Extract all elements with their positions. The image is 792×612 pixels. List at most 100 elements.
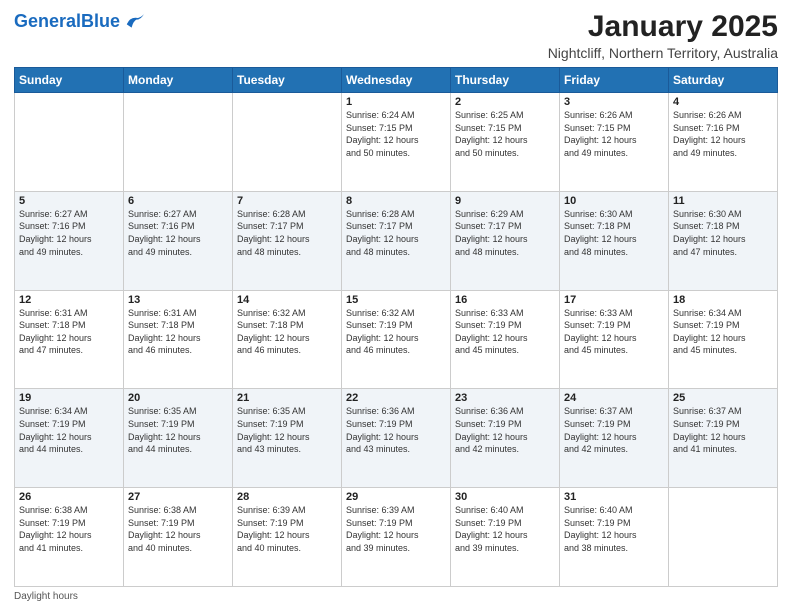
calendar-week-row: 5Sunrise: 6:27 AM Sunset: 7:16 PM Daylig…	[15, 191, 778, 290]
day-info: Sunrise: 6:36 AM Sunset: 7:19 PM Dayligh…	[455, 405, 555, 455]
logo-text: GeneralBlue	[14, 12, 120, 32]
day-number: 20	[128, 392, 228, 404]
calendar-day-header: Friday	[560, 68, 669, 93]
day-number: 22	[346, 392, 446, 404]
calendar-cell: 23Sunrise: 6:36 AM Sunset: 7:19 PM Dayli…	[451, 389, 560, 488]
calendar-week-row: 1Sunrise: 6:24 AM Sunset: 7:15 PM Daylig…	[15, 93, 778, 192]
calendar-cell: 3Sunrise: 6:26 AM Sunset: 7:15 PM Daylig…	[560, 93, 669, 192]
calendar-cell: 13Sunrise: 6:31 AM Sunset: 7:18 PM Dayli…	[124, 290, 233, 389]
title-block: January 2025 Nightcliff, Northern Territ…	[548, 10, 778, 61]
calendar-day-header: Sunday	[15, 68, 124, 93]
day-info: Sunrise: 6:27 AM Sunset: 7:16 PM Dayligh…	[128, 208, 228, 258]
calendar-week-row: 26Sunrise: 6:38 AM Sunset: 7:19 PM Dayli…	[15, 488, 778, 587]
calendar-cell: 11Sunrise: 6:30 AM Sunset: 7:18 PM Dayli…	[669, 191, 778, 290]
day-info: Sunrise: 6:28 AM Sunset: 7:17 PM Dayligh…	[346, 208, 446, 258]
calendar-cell: 20Sunrise: 6:35 AM Sunset: 7:19 PM Dayli…	[124, 389, 233, 488]
calendar-cell	[669, 488, 778, 587]
day-number: 4	[673, 96, 773, 108]
calendar-week-row: 12Sunrise: 6:31 AM Sunset: 7:18 PM Dayli…	[15, 290, 778, 389]
day-number: 11	[673, 195, 773, 207]
day-number: 6	[128, 195, 228, 207]
day-info: Sunrise: 6:39 AM Sunset: 7:19 PM Dayligh…	[346, 504, 446, 554]
day-number: 10	[564, 195, 664, 207]
header: GeneralBlue January 2025 Nightcliff, Nor…	[14, 10, 778, 61]
calendar-cell: 14Sunrise: 6:32 AM Sunset: 7:18 PM Dayli…	[233, 290, 342, 389]
day-info: Sunrise: 6:37 AM Sunset: 7:19 PM Dayligh…	[673, 405, 773, 455]
calendar-day-header: Monday	[124, 68, 233, 93]
day-info: Sunrise: 6:26 AM Sunset: 7:16 PM Dayligh…	[673, 109, 773, 159]
day-info: Sunrise: 6:33 AM Sunset: 7:19 PM Dayligh…	[455, 307, 555, 357]
day-number: 23	[455, 392, 555, 404]
calendar-cell: 5Sunrise: 6:27 AM Sunset: 7:16 PM Daylig…	[15, 191, 124, 290]
day-number: 30	[455, 491, 555, 503]
day-info: Sunrise: 6:30 AM Sunset: 7:18 PM Dayligh…	[564, 208, 664, 258]
calendar-cell: 19Sunrise: 6:34 AM Sunset: 7:19 PM Dayli…	[15, 389, 124, 488]
day-info: Sunrise: 6:40 AM Sunset: 7:19 PM Dayligh…	[455, 504, 555, 554]
day-info: Sunrise: 6:25 AM Sunset: 7:15 PM Dayligh…	[455, 109, 555, 159]
day-number: 14	[237, 294, 337, 306]
day-info: Sunrise: 6:35 AM Sunset: 7:19 PM Dayligh…	[128, 405, 228, 455]
calendar-cell: 17Sunrise: 6:33 AM Sunset: 7:19 PM Dayli…	[560, 290, 669, 389]
calendar-day-header: Tuesday	[233, 68, 342, 93]
day-info: Sunrise: 6:40 AM Sunset: 7:19 PM Dayligh…	[564, 504, 664, 554]
day-info: Sunrise: 6:26 AM Sunset: 7:15 PM Dayligh…	[564, 109, 664, 159]
day-number: 27	[128, 491, 228, 503]
day-number: 31	[564, 491, 664, 503]
day-info: Sunrise: 6:36 AM Sunset: 7:19 PM Dayligh…	[346, 405, 446, 455]
calendar-cell: 18Sunrise: 6:34 AM Sunset: 7:19 PM Dayli…	[669, 290, 778, 389]
day-number: 26	[19, 491, 119, 503]
calendar-cell: 28Sunrise: 6:39 AM Sunset: 7:19 PM Dayli…	[233, 488, 342, 587]
calendar-cell	[233, 93, 342, 192]
calendar-week-row: 19Sunrise: 6:34 AM Sunset: 7:19 PM Dayli…	[15, 389, 778, 488]
calendar-cell: 10Sunrise: 6:30 AM Sunset: 7:18 PM Dayli…	[560, 191, 669, 290]
logo: GeneralBlue	[14, 10, 146, 34]
calendar-table: SundayMondayTuesdayWednesdayThursdayFrid…	[14, 67, 778, 587]
day-number: 25	[673, 392, 773, 404]
day-number: 1	[346, 96, 446, 108]
calendar-cell: 12Sunrise: 6:31 AM Sunset: 7:18 PM Dayli…	[15, 290, 124, 389]
day-info: Sunrise: 6:30 AM Sunset: 7:18 PM Dayligh…	[673, 208, 773, 258]
calendar-cell: 25Sunrise: 6:37 AM Sunset: 7:19 PM Dayli…	[669, 389, 778, 488]
day-info: Sunrise: 6:31 AM Sunset: 7:18 PM Dayligh…	[19, 307, 119, 357]
day-info: Sunrise: 6:24 AM Sunset: 7:15 PM Dayligh…	[346, 109, 446, 159]
calendar-day-header: Saturday	[669, 68, 778, 93]
day-number: 12	[19, 294, 119, 306]
day-info: Sunrise: 6:34 AM Sunset: 7:19 PM Dayligh…	[673, 307, 773, 357]
day-number: 17	[564, 294, 664, 306]
logo-general: General	[14, 11, 81, 31]
day-number: 19	[19, 392, 119, 404]
calendar-cell: 9Sunrise: 6:29 AM Sunset: 7:17 PM Daylig…	[451, 191, 560, 290]
calendar-cell: 15Sunrise: 6:32 AM Sunset: 7:19 PM Dayli…	[342, 290, 451, 389]
day-number: 24	[564, 392, 664, 404]
day-info: Sunrise: 6:38 AM Sunset: 7:19 PM Dayligh…	[19, 504, 119, 554]
day-info: Sunrise: 6:31 AM Sunset: 7:18 PM Dayligh…	[128, 307, 228, 357]
main-title: January 2025	[548, 10, 778, 43]
day-info: Sunrise: 6:37 AM Sunset: 7:19 PM Dayligh…	[564, 405, 664, 455]
day-number: 8	[346, 195, 446, 207]
day-info: Sunrise: 6:39 AM Sunset: 7:19 PM Dayligh…	[237, 504, 337, 554]
calendar-cell	[124, 93, 233, 192]
calendar-cell: 6Sunrise: 6:27 AM Sunset: 7:16 PM Daylig…	[124, 191, 233, 290]
calendar-cell	[15, 93, 124, 192]
calendar-day-header: Wednesday	[342, 68, 451, 93]
day-number: 9	[455, 195, 555, 207]
footer-note: Daylight hours	[14, 591, 778, 602]
calendar-header-row: SundayMondayTuesdayWednesdayThursdayFrid…	[15, 68, 778, 93]
day-number: 29	[346, 491, 446, 503]
day-number: 7	[237, 195, 337, 207]
day-number: 28	[237, 491, 337, 503]
calendar-cell: 7Sunrise: 6:28 AM Sunset: 7:17 PM Daylig…	[233, 191, 342, 290]
logo-blue: Blue	[81, 11, 120, 31]
day-info: Sunrise: 6:27 AM Sunset: 7:16 PM Dayligh…	[19, 208, 119, 258]
day-number: 5	[19, 195, 119, 207]
day-info: Sunrise: 6:32 AM Sunset: 7:19 PM Dayligh…	[346, 307, 446, 357]
calendar-cell: 31Sunrise: 6:40 AM Sunset: 7:19 PM Dayli…	[560, 488, 669, 587]
day-number: 18	[673, 294, 773, 306]
day-number: 2	[455, 96, 555, 108]
day-number: 3	[564, 96, 664, 108]
day-info: Sunrise: 6:29 AM Sunset: 7:17 PM Dayligh…	[455, 208, 555, 258]
calendar-cell: 29Sunrise: 6:39 AM Sunset: 7:19 PM Dayli…	[342, 488, 451, 587]
calendar-cell: 8Sunrise: 6:28 AM Sunset: 7:17 PM Daylig…	[342, 191, 451, 290]
day-number: 15	[346, 294, 446, 306]
calendar-cell: 24Sunrise: 6:37 AM Sunset: 7:19 PM Dayli…	[560, 389, 669, 488]
